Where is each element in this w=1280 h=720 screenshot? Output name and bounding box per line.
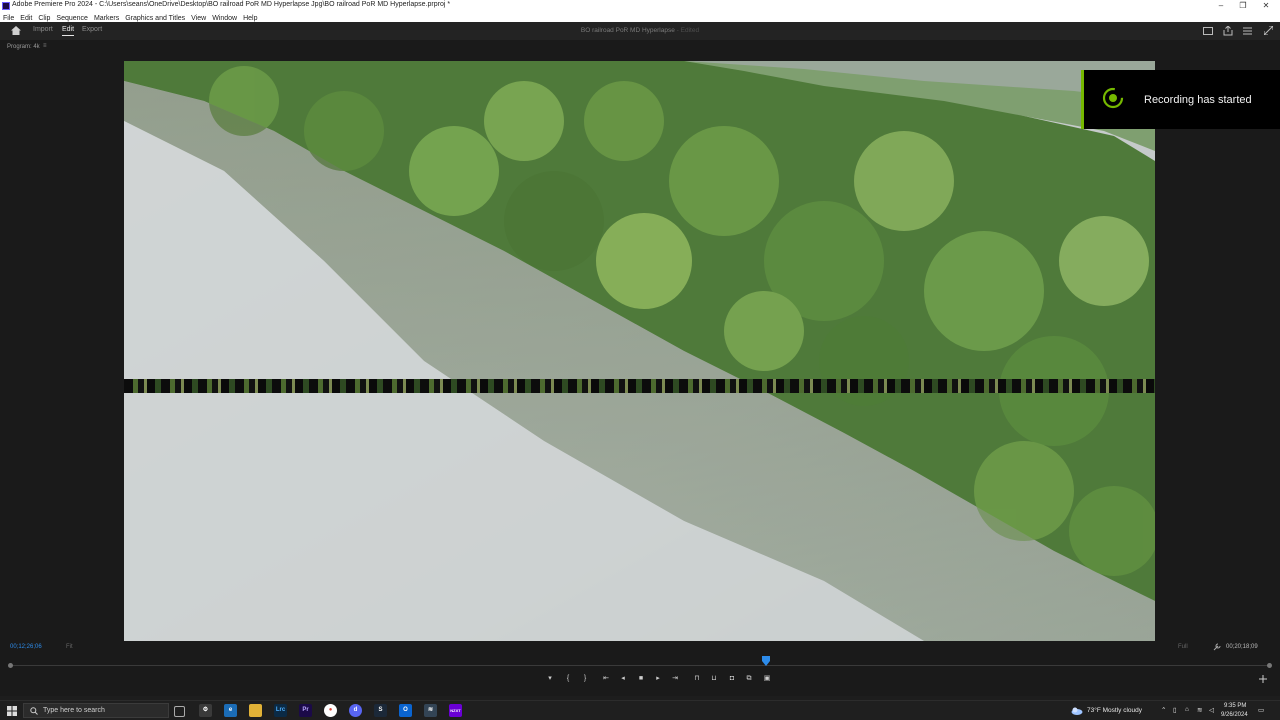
clock-time[interactable]: 9:35 PM bbox=[1224, 703, 1246, 709]
taskbar-search[interactable]: Type here to search bbox=[23, 703, 169, 718]
window-title: Adobe Premiere Pro 2024 - C:\Users\seans… bbox=[12, 1, 451, 8]
lightroom-classic-icon[interactable]: Lrc bbox=[274, 704, 287, 717]
premiere-logo-icon bbox=[2, 2, 10, 10]
tray-wifi-icon[interactable]: ≋ bbox=[1197, 706, 1202, 714]
in-point-handle[interactable] bbox=[8, 663, 13, 668]
search-icon bbox=[30, 707, 38, 715]
multicam-button[interactable]: ▣ bbox=[761, 674, 773, 684]
add-button-icon[interactable] bbox=[1259, 675, 1267, 683]
stop-button[interactable]: ■ bbox=[635, 674, 647, 684]
title-bar: Adobe Premiere Pro 2024 - C:\Users\seans… bbox=[0, 0, 1280, 12]
add-marker-button[interactable]: ▾ bbox=[544, 674, 556, 684]
export-frame-button[interactable]: ◘ bbox=[726, 674, 738, 684]
share-icon[interactable] bbox=[1223, 26, 1233, 36]
comparison-view-button[interactable]: ⧉ bbox=[743, 674, 755, 684]
outlook-icon[interactable]: O bbox=[399, 704, 412, 717]
video-frame-image bbox=[124, 61, 1155, 641]
project-status: - Edited bbox=[676, 27, 700, 34]
weather-text[interactable]: 73°F Mostly cloudy bbox=[1087, 707, 1142, 714]
windows-start-icon[interactable] bbox=[7, 706, 17, 716]
project-title: BO railroad PoR MD Hyperlapse - Edited bbox=[0, 27, 1280, 34]
out-point-handle[interactable] bbox=[1267, 663, 1272, 668]
tray-phone-icon[interactable]: ▯ bbox=[1173, 706, 1177, 714]
chrome-icon[interactable]: ● bbox=[324, 704, 337, 717]
program-video-frame[interactable] bbox=[124, 61, 1155, 641]
settings-wrench-icon[interactable] bbox=[1213, 643, 1221, 651]
current-timecode[interactable]: 00;12;26;06 bbox=[10, 644, 42, 650]
clock-date[interactable]: 9/26/2024 bbox=[1221, 712, 1248, 718]
nzxt-icon[interactable]: NZXT bbox=[449, 704, 462, 717]
go-to-in-button[interactable]: ⇤ bbox=[600, 674, 612, 684]
step-back-button[interactable]: ◂ bbox=[617, 674, 629, 684]
tray-network-icon[interactable]: ⌂ bbox=[1185, 706, 1189, 713]
workspace-header: Import Edit Export BO railroad PoR MD Hy… bbox=[0, 22, 1280, 40]
recording-notification[interactable]: Recording has started bbox=[1081, 70, 1280, 129]
time-ruler[interactable] bbox=[8, 663, 1272, 668]
workspaces-icon[interactable] bbox=[1203, 27, 1213, 35]
playhead[interactable] bbox=[762, 656, 770, 666]
program-monitor-label[interactable]: Program: 4k bbox=[7, 44, 40, 50]
steam-icon[interactable]: S bbox=[374, 704, 387, 717]
task-view-icon[interactable] bbox=[174, 706, 185, 717]
weather-cloud-icon bbox=[1071, 707, 1083, 715]
file-explorer-icon[interactable] bbox=[249, 704, 262, 717]
go-to-out-button[interactable]: ⇥ bbox=[669, 674, 681, 684]
edge-icon[interactable]: e bbox=[224, 704, 237, 717]
mark-out-button[interactable]: } bbox=[579, 674, 591, 684]
panel-menu-icon[interactable]: ≡ bbox=[43, 43, 47, 49]
restore-button[interactable]: ❐ bbox=[1233, 0, 1253, 12]
fullscreen-icon[interactable] bbox=[1264, 26, 1273, 35]
tray-volume-icon[interactable]: ◁ bbox=[1209, 706, 1214, 714]
lift-button[interactable]: ⊓ bbox=[691, 674, 703, 684]
video-glitch-band bbox=[124, 379, 1155, 393]
menu-lines-icon[interactable] bbox=[1243, 27, 1252, 35]
search-placeholder: Type here to search bbox=[43, 707, 105, 714]
afterburner-icon[interactable]: ≋ bbox=[424, 704, 437, 717]
tray-chevron-icon[interactable]: ⌃ bbox=[1161, 706, 1166, 714]
step-forward-button[interactable]: ▸ bbox=[652, 674, 664, 684]
duration-timecode: 00;20;18;09 bbox=[1226, 644, 1258, 650]
notification-center-icon[interactable]: ▭ bbox=[1258, 706, 1264, 714]
premiere-pro-icon[interactable]: Pr bbox=[299, 704, 312, 717]
settings-gear-icon[interactable]: ⚙ bbox=[199, 704, 212, 717]
extract-button[interactable]: ⊔ bbox=[708, 674, 720, 684]
mark-in-button[interactable]: { bbox=[562, 674, 574, 684]
windows-taskbar: Type here to search ⚙ e Lrc Pr ● d S O ≋… bbox=[0, 700, 1280, 720]
project-name: BO railroad PoR MD Hyperlapse bbox=[580, 27, 675, 34]
resolution-dropdown[interactable]: Full bbox=[1178, 644, 1188, 650]
minimize-button[interactable]: – bbox=[1211, 0, 1231, 12]
recording-icon bbox=[1102, 87, 1124, 109]
recording-message: Recording has started bbox=[1144, 94, 1252, 106]
close-button[interactable]: ✕ bbox=[1256, 0, 1276, 12]
discord-icon[interactable]: d bbox=[349, 704, 362, 717]
fit-dropdown[interactable]: Fit bbox=[66, 644, 73, 650]
